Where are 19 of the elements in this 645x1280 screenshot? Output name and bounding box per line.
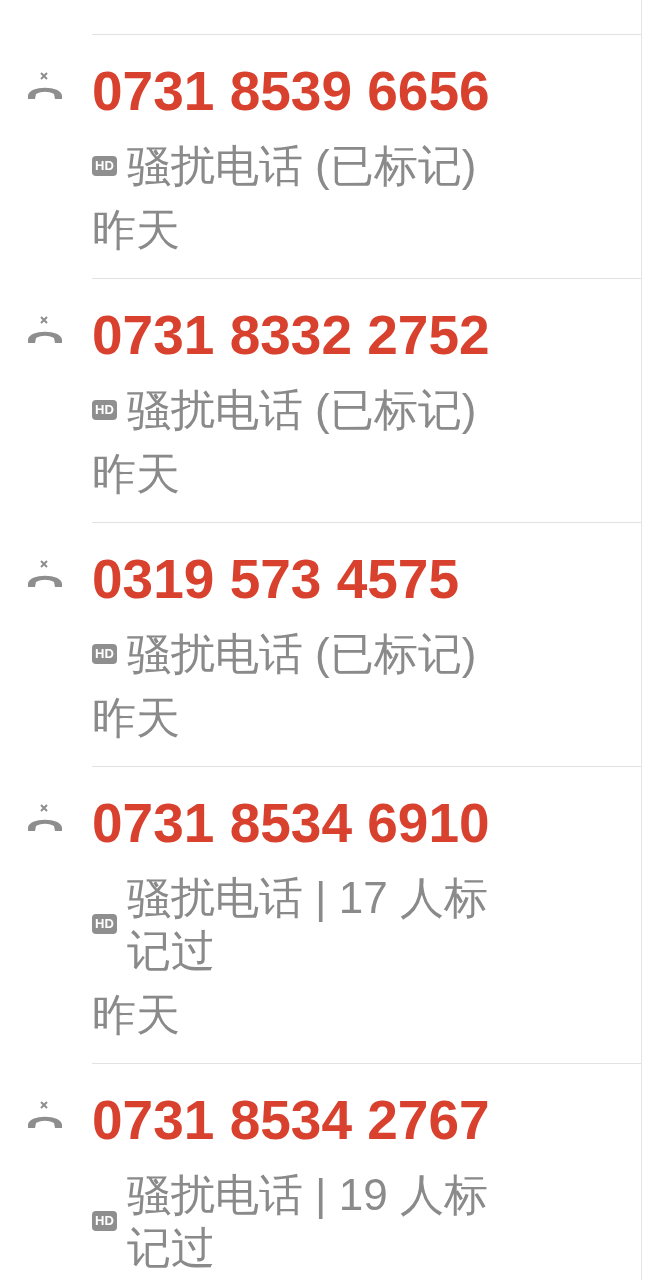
phone-number: 0319 573 4575 xyxy=(92,547,461,611)
hd-badge: HD xyxy=(92,155,117,176)
phone-number: 0731 8534 6910 xyxy=(92,791,491,855)
call-date: 昨天 xyxy=(92,448,181,500)
call-date: 昨天 xyxy=(92,692,181,744)
hd-badge: HD xyxy=(92,399,117,420)
phone-number: 0731 8534 2767 xyxy=(92,1088,491,1152)
hd-badge: HD xyxy=(92,643,117,664)
phone-number: 0731 8539 6656 xyxy=(92,59,491,123)
call-label: 骚扰电话 | 17 人标记过 xyxy=(126,872,489,977)
call-date: 昨天 xyxy=(92,989,181,1041)
call-label: 骚扰电话 (已标记) xyxy=(126,628,478,680)
hd-badge: HD xyxy=(92,914,117,934)
call-label: 骚扰电话 | 19 人标记过 xyxy=(126,1169,489,1274)
call-label: 骚扰电话 (已标记) xyxy=(126,384,478,436)
call-date: 昨天 xyxy=(92,204,181,256)
hd-badge: HD xyxy=(92,1211,117,1231)
call-label: 骚扰电话 (已标记) xyxy=(126,140,478,192)
phone-number: 0731 8332 2752 xyxy=(92,303,491,367)
